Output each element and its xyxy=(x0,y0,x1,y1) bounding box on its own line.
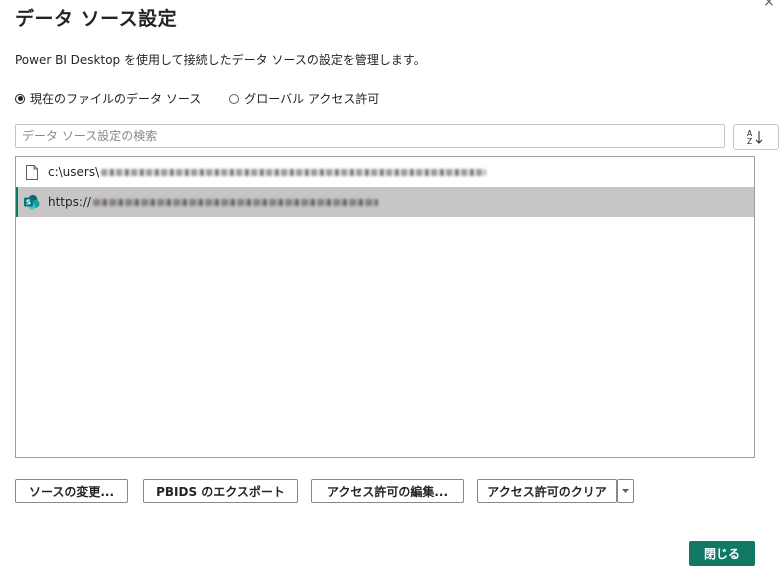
clear-permissions-dropdown[interactable] xyxy=(617,479,634,503)
data-source-list[interactable]: c:\users\ S https:// xyxy=(15,156,755,458)
svg-text:Z: Z xyxy=(747,137,752,145)
redacted-text xyxy=(93,198,379,206)
data-source-settings-dialog: × データ ソース設定 Power BI Desktop を使用して接続したデー… xyxy=(0,0,783,575)
list-item[interactable]: S https:// xyxy=(16,187,754,217)
radio-current-file[interactable]: 現在のファイルのデータ ソース xyxy=(15,90,201,107)
redacted-text xyxy=(101,168,487,176)
dialog-description: Power BI Desktop を使用して接続したデータ ソースの設定を管理し… xyxy=(15,53,426,67)
sort-az-icon: A Z xyxy=(747,129,763,145)
chevron-down-icon xyxy=(622,488,629,493)
file-icon xyxy=(24,163,40,181)
clear-permissions-button[interactable]: アクセス許可のクリア xyxy=(477,479,617,503)
close-button[interactable]: 閉じる xyxy=(689,541,755,566)
data-source-url: https:// xyxy=(48,195,92,209)
export-pbids-button[interactable]: PBIDS のエクスポート xyxy=(143,479,298,503)
sharepoint-icon: S xyxy=(24,193,40,211)
radio-global-permissions[interactable]: グローバル アクセス許可 xyxy=(229,90,379,107)
close-icon[interactable]: × xyxy=(761,0,777,10)
sort-button[interactable]: A Z xyxy=(733,124,779,150)
dialog-title: データ ソース設定 xyxy=(15,8,178,30)
radio-current-file-label: 現在のファイルのデータ ソース xyxy=(30,92,202,106)
change-source-button[interactable]: ソースの変更... xyxy=(15,479,128,503)
radio-global-permissions-label: グローバル アクセス許可 xyxy=(244,92,380,106)
list-item[interactable]: c:\users\ xyxy=(16,157,754,187)
scope-radio-group: 現在のファイルのデータ ソース グローバル アクセス許可 xyxy=(15,90,407,107)
search-input[interactable] xyxy=(15,124,725,148)
data-source-path: c:\users\ xyxy=(48,165,100,179)
svg-text:S: S xyxy=(26,198,31,207)
radio-checked-icon xyxy=(15,93,25,104)
edit-permissions-button[interactable]: アクセス許可の編集... xyxy=(311,479,464,503)
radio-unchecked-icon xyxy=(229,93,240,104)
